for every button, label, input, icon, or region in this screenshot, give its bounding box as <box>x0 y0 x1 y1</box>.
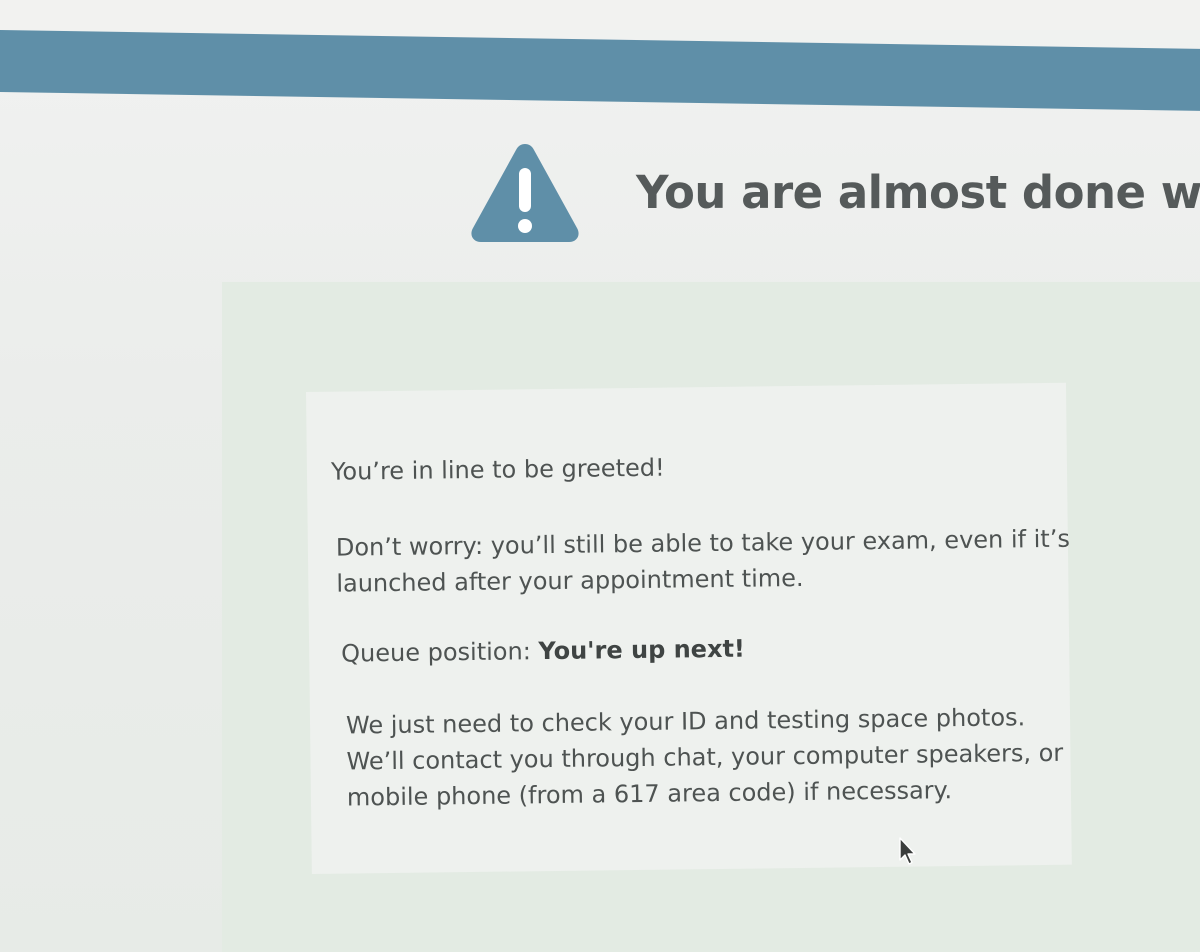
mouse-pointer-icon <box>899 837 916 865</box>
verification-line-3: mobile phone (from a 617 area code) if n… <box>346 776 953 812</box>
warning-icon <box>471 144 579 242</box>
top-strip <box>0 0 1200 30</box>
reassurance-line-2: launched after your appointment time. <box>336 563 804 598</box>
queue-position-label: Queue position: <box>341 637 531 668</box>
queue-position-value: You're up next! <box>538 634 746 666</box>
verification-text: We just need to check your ID and testin… <box>346 699 1064 816</box>
reassurance-text: Don’t worry: you’ll still be able to tak… <box>336 521 1071 602</box>
queue-position: Queue position: You're up next! <box>341 631 745 672</box>
page-title: You are almost done with <box>636 166 1200 219</box>
greeting-text: You’re in line to be greeted! <box>330 453 665 486</box>
header-bar <box>0 30 1200 111</box>
queue-message-card: You’re in line to be greeted! Don’t worr… <box>306 382 1072 874</box>
page: You are almost done with You’re in line … <box>0 0 1200 952</box>
